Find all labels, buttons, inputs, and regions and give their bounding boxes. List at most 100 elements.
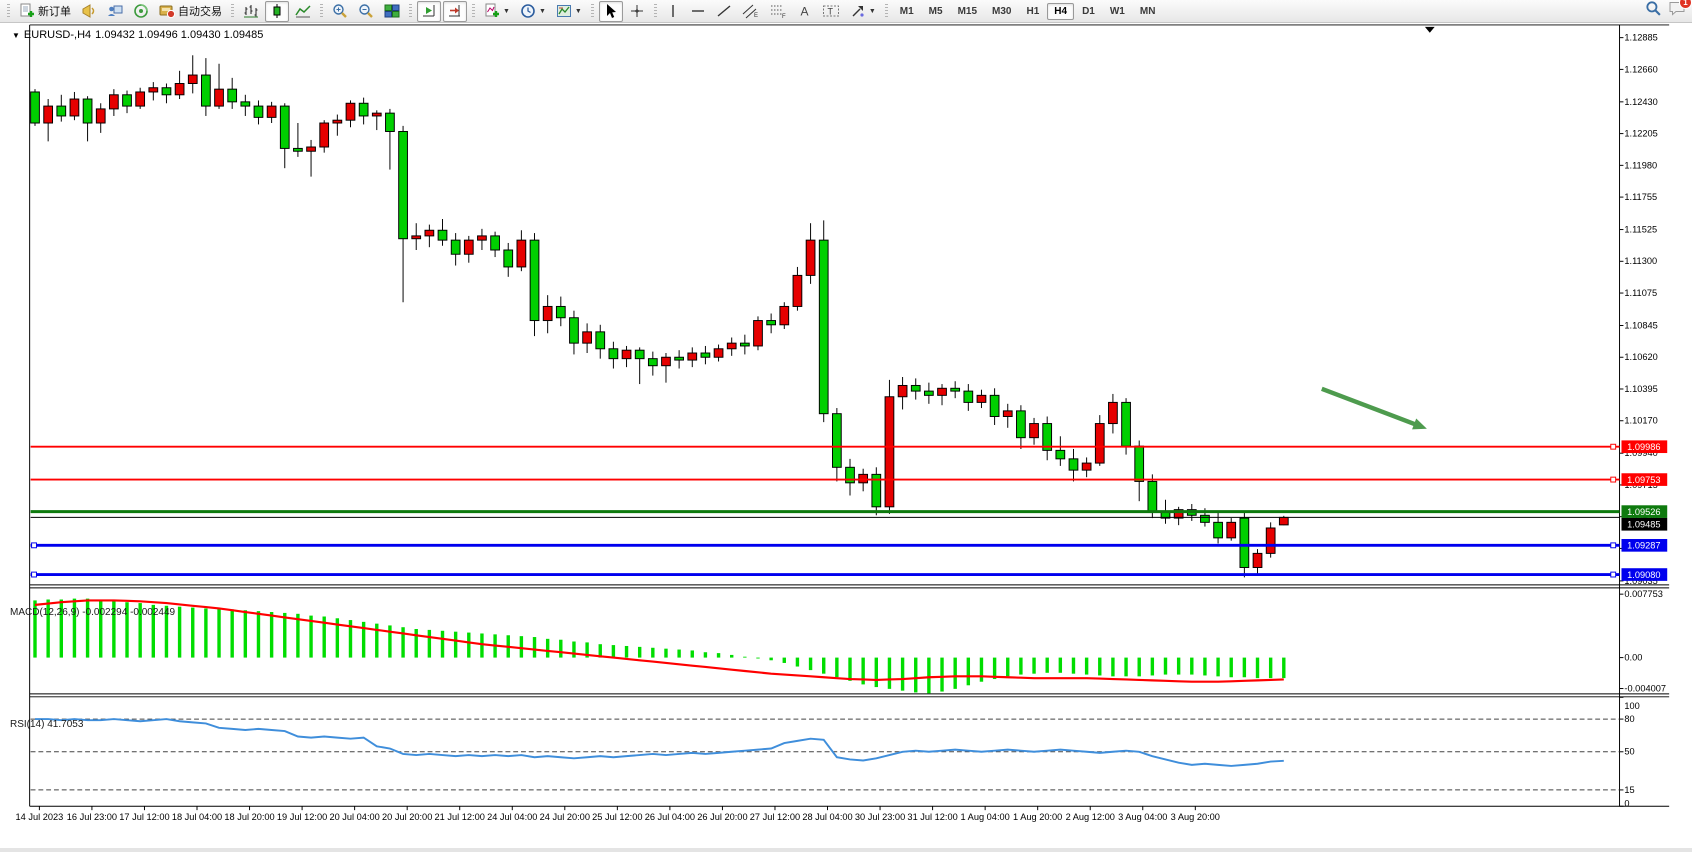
time-axis-label: 20 Jul 04:00: [329, 812, 379, 822]
candle: [478, 236, 487, 240]
trendline-tool-button[interactable]: [712, 1, 736, 22]
zoom-in-button[interactable]: [328, 1, 352, 22]
toolbar-grip[interactable]: [885, 4, 888, 19]
candle: [359, 103, 368, 116]
horizontal-line-tool-button[interactable]: [686, 1, 710, 22]
fibonacci-tool-button[interactable]: F: [766, 1, 792, 22]
timeframe-w1-button[interactable]: W1: [1103, 3, 1132, 20]
line-handle[interactable]: [32, 543, 37, 548]
candle: [412, 236, 421, 239]
line-handle[interactable]: [1611, 477, 1616, 482]
toolbar-grip[interactable]: [320, 4, 323, 19]
sound-alert-button[interactable]: [77, 1, 101, 22]
timeframe-h1-button[interactable]: H1: [1019, 3, 1046, 20]
line-handle[interactable]: [1611, 444, 1616, 449]
template-icon: [556, 3, 572, 19]
crosshair-button[interactable]: [625, 1, 649, 22]
toolbar-grip[interactable]: [591, 4, 594, 19]
candle: [215, 89, 224, 106]
chat-button[interactable]: 1: [1668, 0, 1686, 22]
price-axis-label: 1.11300: [1624, 256, 1657, 266]
candle: [175, 84, 184, 95]
text-tool-button[interactable]: A: [794, 1, 816, 22]
zoom-in-icon: [332, 3, 348, 19]
signal-button[interactable]: [129, 1, 153, 22]
new-order-icon: [19, 3, 35, 19]
candle: [1148, 481, 1157, 511]
new-order-button[interactable]: 新订单: [15, 1, 75, 22]
line-handle[interactable]: [1611, 572, 1616, 577]
rsi-axis-label: 0: [1624, 798, 1629, 808]
chevron-down-icon: ▼: [503, 8, 510, 15]
rsi-axis-label: 100: [1624, 701, 1639, 711]
vertical-line-tool-button[interactable]: [662, 1, 684, 22]
timeframe-h4-button[interactable]: H4: [1047, 3, 1074, 20]
timeframe-mn-button[interactable]: MN: [1133, 3, 1163, 20]
timeframe-m15-button[interactable]: M15: [951, 3, 984, 20]
candle: [1003, 411, 1012, 417]
price-axis-label: 1.10845: [1624, 320, 1657, 330]
toolbar-grip[interactable]: [472, 4, 475, 19]
chart-title: ▼ EURUSD-,H4 1.09432 1.09496 1.09430 1.0…: [12, 29, 263, 41]
time-axis-label: 3 Aug 20:00: [1171, 812, 1220, 822]
community-button[interactable]: [103, 1, 127, 22]
candle: [517, 240, 526, 267]
candle: [1253, 553, 1262, 567]
chart-symbol-label: EURUSD-,H4: [24, 29, 91, 41]
auto-scroll-button[interactable]: [417, 1, 441, 22]
candle: [307, 147, 316, 151]
time-axis-label: 26 Jul 20:00: [697, 812, 747, 822]
candle: [1214, 522, 1223, 538]
timeframe-m1-button[interactable]: M1: [893, 3, 921, 20]
new-order-label: 新订单: [38, 3, 71, 19]
cursor-button[interactable]: [599, 1, 623, 22]
toolbar-grip[interactable]: [409, 4, 412, 19]
rsi-axis-label: 80: [1624, 714, 1634, 724]
candle: [951, 388, 960, 391]
price-axis-label: 1.12660: [1624, 64, 1657, 74]
candle: [885, 397, 894, 507]
periods-button[interactable]: ▼: [516, 1, 550, 22]
toolbar-grip[interactable]: [654, 4, 657, 19]
timeframe-m5-button[interactable]: M5: [922, 3, 950, 20]
toolbar-grip[interactable]: [7, 4, 10, 19]
price-axis-label: 1.11980: [1624, 160, 1657, 170]
search-icon[interactable]: [1645, 0, 1662, 22]
zoom-out-icon: [358, 3, 374, 19]
candle: [911, 385, 920, 391]
zoom-out-button[interactable]: [354, 1, 378, 22]
chart-shift-button[interactable]: [443, 1, 467, 22]
price-label-text: 1.09287: [1627, 541, 1660, 551]
price-axis-label: 1.10395: [1624, 384, 1657, 394]
line-handle[interactable]: [32, 572, 37, 577]
candle: [31, 92, 40, 123]
arrows-tool-button[interactable]: ▼: [846, 1, 880, 22]
symbol-dropdown-icon[interactable]: ▼: [12, 31, 20, 40]
candlestick-chart-icon: [269, 3, 285, 19]
toolbar-grip[interactable]: [231, 4, 234, 19]
timeframe-d1-button[interactable]: D1: [1075, 3, 1102, 20]
channel-tool-button[interactable]: E: [738, 1, 764, 22]
text-label-tool-button[interactable]: T: [818, 1, 844, 22]
candle: [44, 106, 53, 123]
bar-chart-button[interactable]: [239, 1, 263, 22]
fibonacci-icon: F: [770, 3, 788, 19]
signal-icon: [133, 3, 149, 19]
auto-trading-button[interactable]: 自动交易: [155, 1, 226, 22]
svg-text:T: T: [827, 7, 833, 17]
timeframe-m30-button[interactable]: M30: [985, 3, 1018, 20]
templates-button[interactable]: ▼: [552, 1, 586, 22]
candle: [596, 332, 605, 349]
candle: [109, 95, 118, 109]
candle: [1069, 459, 1078, 470]
rsi-axis-label: 50: [1624, 747, 1634, 757]
chart-canvas[interactable]: 1.128851.126601.124301.122051.119801.117…: [0, 23, 1692, 852]
line-handle[interactable]: [1611, 543, 1616, 548]
tile-windows-button[interactable]: [380, 1, 404, 22]
candle: [543, 306, 552, 320]
macd-axis-label: 0.00: [1624, 653, 1642, 663]
auto-scroll-icon: [421, 3, 437, 19]
line-chart-button[interactable]: [291, 1, 315, 22]
indicators-button[interactable]: ▼: [480, 1, 514, 22]
candlestick-chart-button[interactable]: [265, 1, 289, 22]
